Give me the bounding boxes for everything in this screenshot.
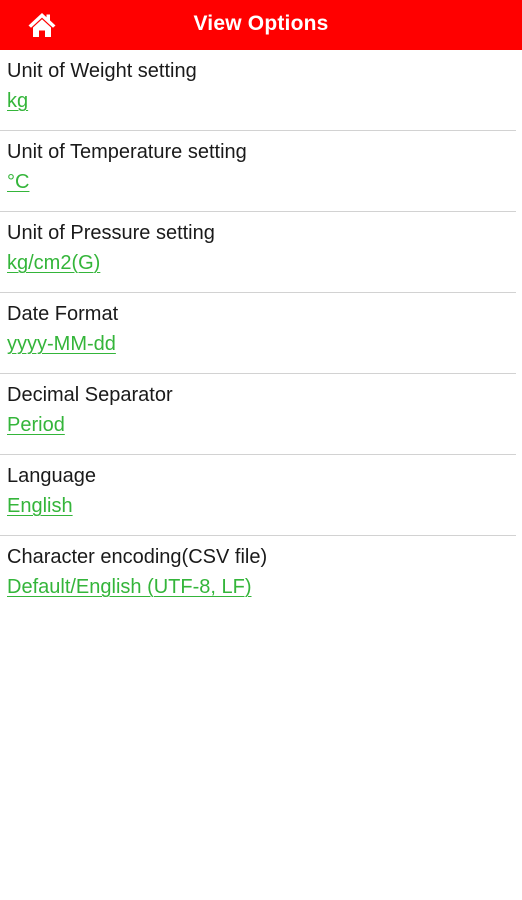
setting-label: Date Format xyxy=(7,303,119,325)
setting-row-csv-encoding[interactable]: Character encoding(CSV file) Default/Eng… xyxy=(0,536,516,617)
home-button[interactable] xyxy=(24,8,60,42)
setting-row-pressure-unit[interactable]: Unit of Pressure setting kg/cm2(G) xyxy=(0,212,516,293)
setting-label: Decimal Separator xyxy=(7,384,173,406)
setting-value-link[interactable]: yyyy-MM-dd xyxy=(7,332,116,356)
setting-value-link[interactable]: kg/cm2(G) xyxy=(7,251,100,275)
home-icon xyxy=(27,11,57,39)
setting-row-date-format[interactable]: Date Format yyyy-MM-dd xyxy=(0,293,516,374)
view-options-screen: View Options Unit of Weight setting kg U… xyxy=(0,0,522,900)
setting-row-language[interactable]: Language English xyxy=(0,455,516,536)
setting-label: Unit of Pressure setting xyxy=(7,222,215,244)
setting-value-link[interactable]: kg xyxy=(7,89,28,113)
setting-label: Unit of Weight setting xyxy=(7,60,197,82)
app-header: View Options xyxy=(0,0,522,50)
setting-row-temperature-unit[interactable]: Unit of Temperature setting °C xyxy=(0,131,516,212)
setting-label: Language xyxy=(7,465,96,487)
setting-label: Unit of Temperature setting xyxy=(7,141,247,163)
page-title: View Options xyxy=(193,12,329,35)
settings-list: Unit of Weight setting kg Unit of Temper… xyxy=(0,50,522,617)
setting-value-link[interactable]: Period xyxy=(7,413,65,437)
setting-row-weight-unit[interactable]: Unit of Weight setting kg xyxy=(0,50,516,131)
setting-value-link[interactable]: Default/English (UTF-8, LF) xyxy=(7,575,252,599)
setting-value-link[interactable]: English xyxy=(7,494,73,518)
setting-label: Character encoding(CSV file) xyxy=(7,546,268,568)
setting-value-link[interactable]: °C xyxy=(7,170,29,194)
setting-row-decimal-separator[interactable]: Decimal Separator Period xyxy=(0,374,516,455)
